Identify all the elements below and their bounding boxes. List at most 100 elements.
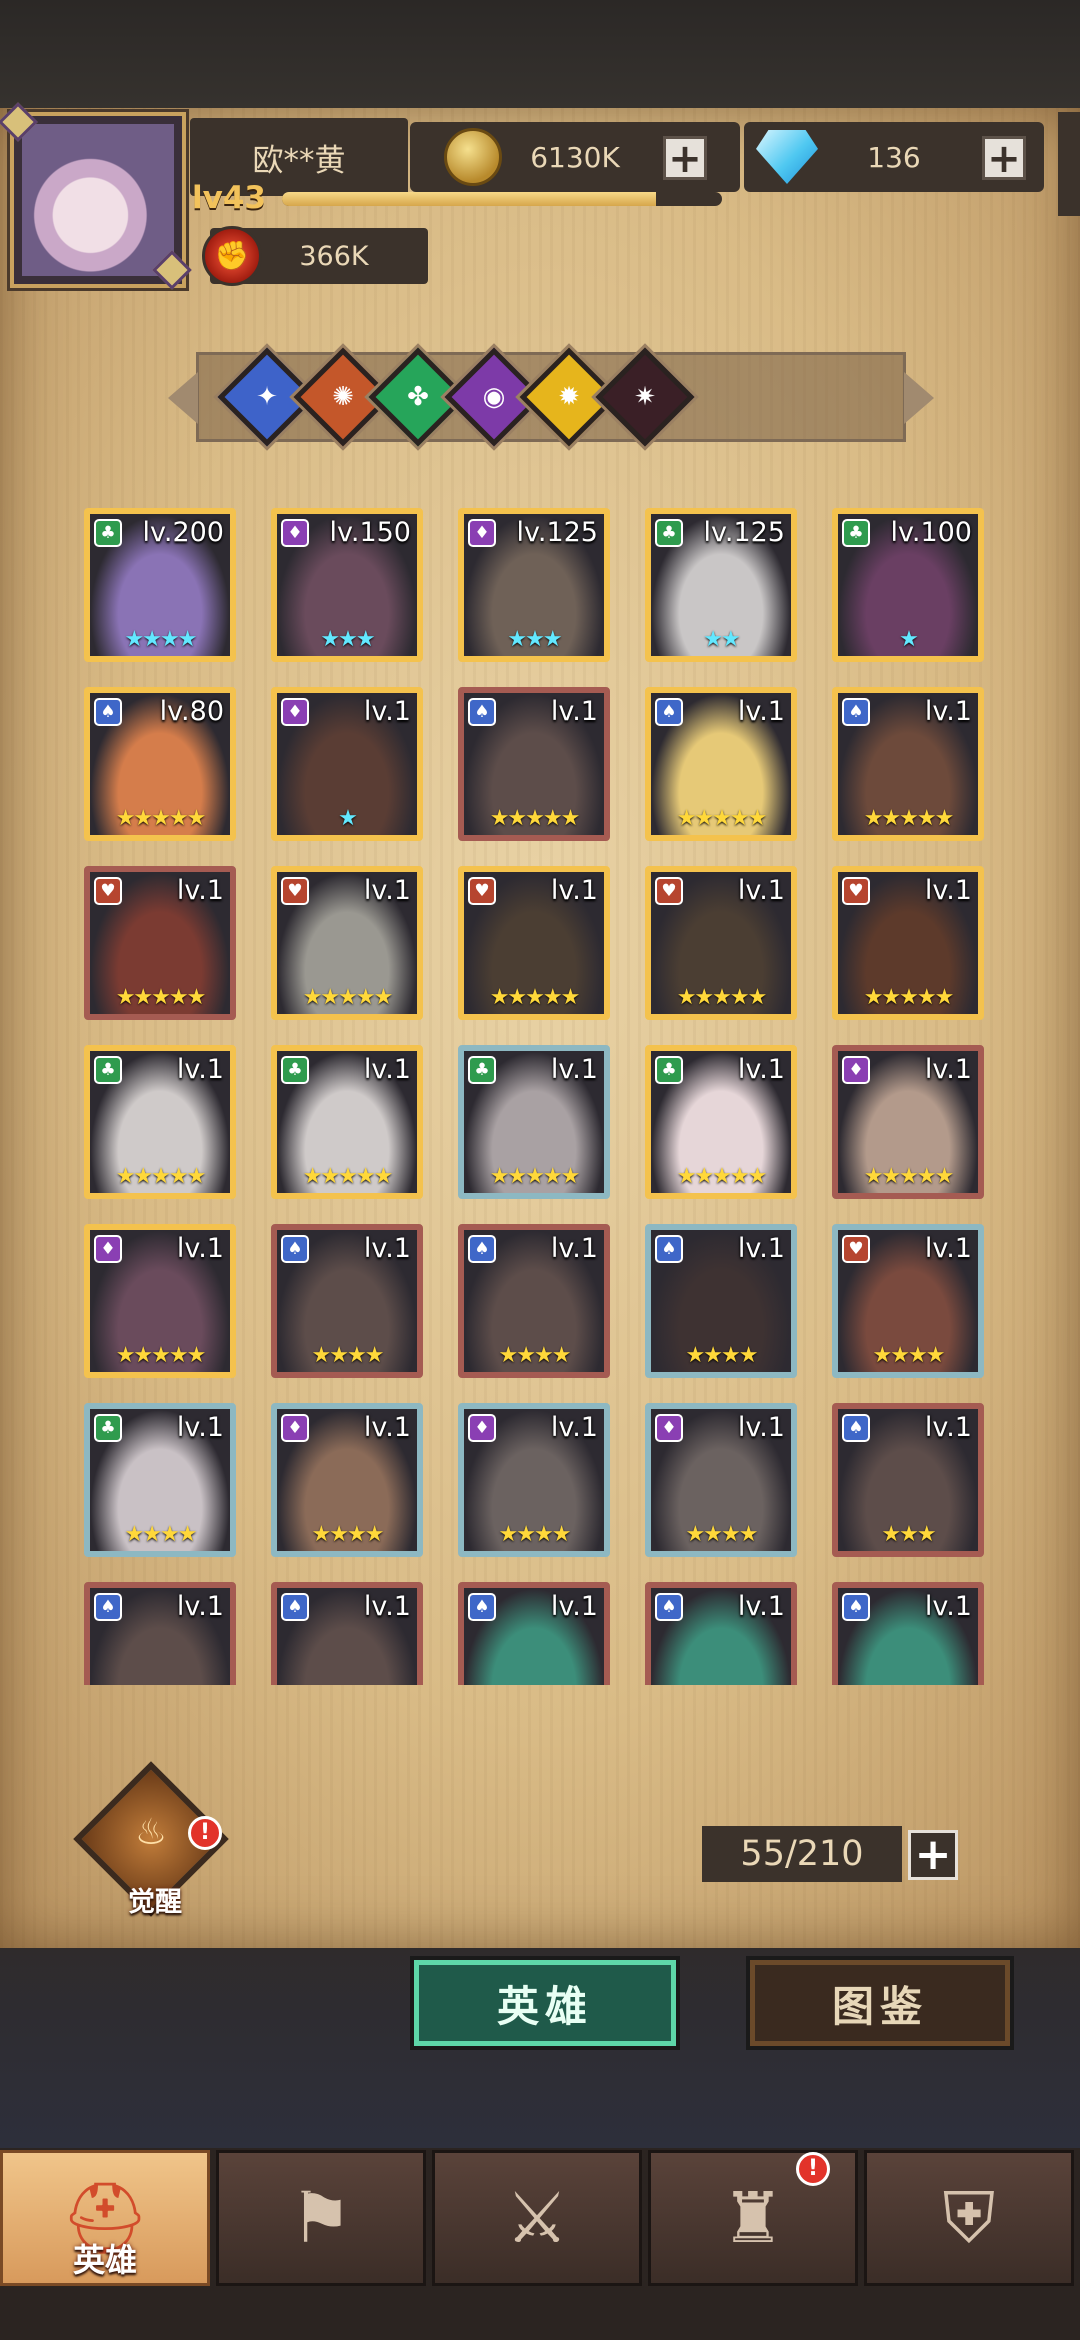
hero-star-rating: ★★★★ [685,1522,759,1547]
hero-class-icon: ♥ [281,877,309,905]
tab-heroes[interactable]: 英雄 [414,1960,676,2046]
hero-card[interactable]: ♥ lv.1 ★★★★★ [84,866,236,1020]
hero-card[interactable]: ♠ lv.1 [645,1582,797,1685]
fist-power-icon: ✊ [202,226,262,286]
hero-star-rating: ★★★★★ [489,1164,581,1189]
xp-progress-bar [282,192,722,206]
hero-card[interactable]: ♣ lv.125 ★★ [645,508,797,662]
hero-card[interactable]: ♣ lv.1 ★★★★★ [458,1045,610,1199]
faction-glyph: ✦ [256,382,278,412]
hero-card[interactable]: ♣ lv.1 ★★★★ [84,1403,236,1557]
hero-star-rating: ★★★ [881,1522,936,1547]
hero-card[interactable]: ♠ lv.1 [84,1582,236,1685]
hero-class-icon: ♠ [281,1593,309,1621]
nav-heroes[interactable]: ⛑ 英雄 [0,2150,210,2286]
hero-level: lv.1 [176,1233,224,1264]
hero-card[interactable]: ♥ lv.1 ★★★★★ [832,866,984,1020]
hero-star-rating: ★★★★★ [676,985,768,1010]
hero-class-icon: ♦ [281,698,309,726]
hero-level: lv.200 [142,517,224,548]
hero-card[interactable]: ♠ lv.1 [832,1582,984,1685]
hero-class-icon: ♦ [842,1056,870,1084]
hero-star-rating: ★★★★★ [302,1164,394,1189]
hero-level: lv.1 [924,1233,972,1264]
awaken-flame-icon: ♨ [134,1812,168,1853]
hero-card[interactable]: ♦ lv.1 ★★★★★ [84,1224,236,1378]
hero-class-icon: ♦ [468,1414,496,1442]
hero-card[interactable]: ♣ lv.1 ★★★★★ [645,1045,797,1199]
hero-class-icon: ♠ [842,1593,870,1621]
castle-icon: ♜ [721,2177,785,2259]
hero-level: lv.150 [329,517,411,548]
hero-card[interactable]: ♦ lv.150 ★★★ [271,508,423,662]
hero-class-icon: ♣ [281,1056,309,1084]
hero-star-rating: ★★★★★ [302,985,394,1010]
hero-class-icon: ♠ [655,1235,683,1263]
hero-card[interactable]: ♦ lv.1 ★★★★★ [832,1045,984,1199]
hero-card[interactable]: ♠ lv.1 ★★★★ [458,1224,610,1378]
hero-class-icon: ♦ [468,519,496,547]
add-diamond-button[interactable]: + [982,136,1026,180]
castle-alert-badge: ! [796,2152,830,2186]
hero-star-rating: ★★★★ [311,1343,385,1368]
flag-icon: ⚑ [289,2177,353,2259]
hero-star-rating: ★★★★★ [115,1164,207,1189]
hero-card[interactable]: ♣ lv.1 ★★★★★ [271,1045,423,1199]
hero-level: lv.125 [516,517,598,548]
faction-left-arrow-icon[interactable] [168,372,198,424]
hero-level: lv.1 [737,875,785,906]
hero-level: lv.1 [176,1412,224,1443]
hero-level: lv.1 [924,1054,972,1085]
hero-level: lv.1 [363,1412,411,1443]
hero-class-icon: ♠ [281,1235,309,1263]
diamond-amount: 136 [867,140,921,174]
tab-codex[interactable]: 图鉴 [750,1960,1010,2046]
hero-card[interactable]: ♥ lv.1 ★★★★★ [645,866,797,1020]
hero-card[interactable]: ♠ lv.1 ★★★★★ [645,687,797,841]
hero-card[interactable]: ♠ lv.1 [271,1582,423,1685]
hero-star-rating: ★★★ [320,627,375,652]
hero-card[interactable]: ♦ lv.125 ★★★ [458,508,610,662]
hero-card[interactable]: ♦ lv.1 ★★★★ [458,1403,610,1557]
hero-card[interactable]: ♥ lv.1 ★★★★ [832,1224,984,1378]
power-value: 366K [299,240,369,272]
hero-card[interactable]: ♦ lv.1 ★★★★ [271,1403,423,1557]
avatar-portrait [22,124,174,276]
hero-card[interactable]: ♣ lv.100 ★ [832,508,984,662]
hero-level: lv.1 [550,1233,598,1264]
hero-star-rating: ★ [338,806,358,831]
hero-card[interactable]: ♥ lv.1 ★★★★★ [458,866,610,1020]
nav-battle[interactable]: ⚔ [432,2150,642,2286]
hero-card[interactable]: ♦ lv.1 ★ [271,687,423,841]
hero-card[interactable]: ♥ lv.1 ★★★★★ [271,866,423,1020]
hero-card[interactable]: ♦ lv.1 ★★★★ [645,1403,797,1557]
hero-card[interactable]: ♠ lv.1 ★★★★ [271,1224,423,1378]
hero-card[interactable]: ♠ lv.1 ★★★★★ [832,687,984,841]
hero-grid: ♣ lv.200 ★★★★ ♦ lv.150 ★★★ ♦ lv.125 ★★★ ♣ lv.125 ★★… [70,500,1010,1685]
hero-card[interactable]: ♠ lv.1 [458,1582,610,1685]
hero-card[interactable]: ♣ lv.200 ★★★★ [84,508,236,662]
hero-level: lv.1 [550,1591,598,1622]
hero-class-icon: ♥ [94,877,122,905]
faction-glyph: ✹ [558,382,580,412]
hero-card[interactable]: ♠ lv.1 ★★★★ [645,1224,797,1378]
hero-star-rating: ★★★★ [311,1522,385,1547]
nav-expedition[interactable]: ⚑ [216,2150,426,2286]
nav-guild[interactable]: ⛨ [864,2150,1074,2286]
expand-capacity-button[interactable]: + [908,1830,958,1880]
hero-class-icon: ♠ [655,1593,683,1621]
hero-card[interactable]: ♠ lv.1 ★★★★★ [458,687,610,841]
faction-right-arrow-icon[interactable] [904,372,934,424]
hero-card[interactable]: ♠ lv.80 ★★★★★ [84,687,236,841]
add-gold-button[interactable]: + [663,136,707,180]
hero-class-icon: ♠ [468,1593,496,1621]
hero-card[interactable]: ♣ lv.1 ★★★★★ [84,1045,236,1199]
faction-glyph: ✤ [407,382,429,412]
hero-card[interactable]: ♠ lv.1 ★★★ [832,1403,984,1557]
hero-star-rating: ★★★★★ [863,806,955,831]
hero-class-icon: ♠ [655,698,683,726]
hero-class-icon: ♠ [842,698,870,726]
hero-level: lv.1 [924,875,972,906]
hero-class-icon: ♣ [842,519,870,547]
hero-level: lv.1 [363,1054,411,1085]
